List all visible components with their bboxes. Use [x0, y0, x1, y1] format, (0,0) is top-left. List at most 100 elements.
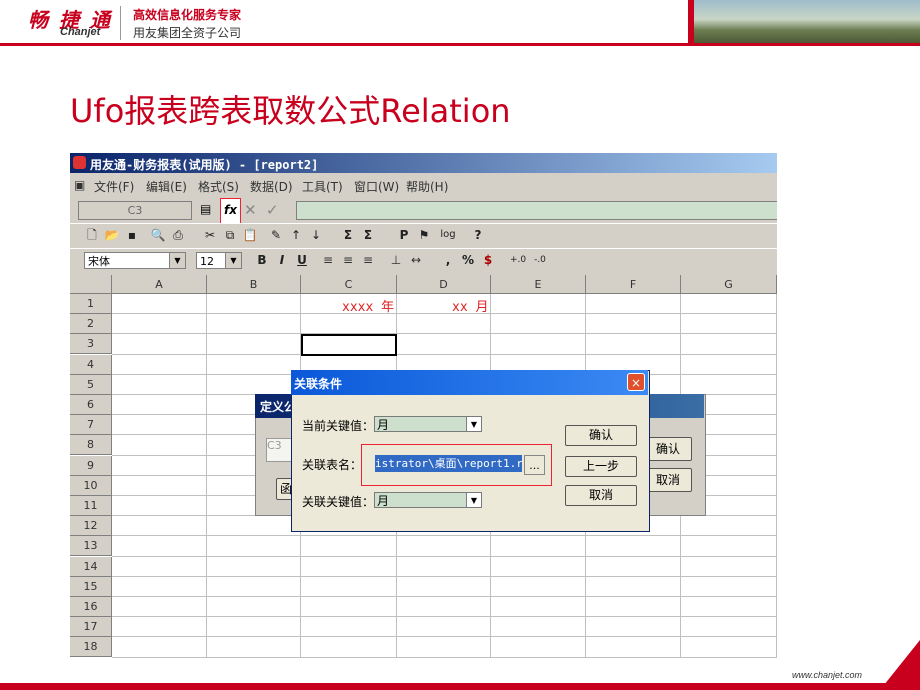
save-icon[interactable]: ▪: [124, 227, 140, 243]
menu-data[interactable]: 数据(D): [250, 178, 293, 195]
row-header-13[interactable]: 13: [70, 536, 112, 557]
bold-icon[interactable]: B: [254, 252, 270, 268]
log-icon[interactable]: log: [440, 227, 456, 243]
relation-confirm-button[interactable]: 确认: [565, 425, 637, 446]
menu-tools[interactable]: 工具(T): [302, 178, 343, 195]
cancel-formula-icon[interactable]: ✕: [244, 201, 257, 219]
align-right-icon[interactable]: ≡: [360, 252, 376, 268]
menu-window[interactable]: 窗口(W): [354, 178, 399, 195]
row-header-15[interactable]: 15: [70, 576, 112, 597]
sum-down-icon[interactable]: Σ: [360, 227, 376, 243]
row-header-8[interactable]: 8: [70, 435, 112, 456]
row-header-14[interactable]: 14: [70, 556, 112, 577]
accept-formula-icon[interactable]: ✓: [266, 201, 279, 219]
row-header-17[interactable]: 17: [70, 617, 112, 638]
relation-prev-button[interactable]: 上一步: [565, 456, 637, 477]
menu-help[interactable]: 帮助(H): [406, 178, 448, 195]
row-header-2[interactable]: 2: [70, 314, 112, 335]
column-header-b[interactable]: B: [207, 275, 301, 294]
italic-icon[interactable]: I: [274, 252, 290, 268]
app-titlebar: 用友通-财务报表(试用版) - [report2]: [70, 153, 777, 173]
paste-icon[interactable]: 📋: [242, 227, 258, 243]
copy-icon[interactable]: ⧉: [222, 227, 238, 243]
format-painter-icon[interactable]: ✎: [268, 227, 284, 243]
new-file-icon[interactable]: 🗋: [84, 227, 100, 243]
column-header-g[interactable]: G: [681, 275, 777, 294]
decrease-decimal-icon[interactable]: -.0: [532, 252, 548, 268]
row-header-10[interactable]: 10: [70, 475, 112, 496]
row-header-11[interactable]: 11: [70, 496, 112, 516]
sort-asc-icon[interactable]: ↑: [288, 227, 304, 243]
font-name-select[interactable]: 宋体 ▼: [84, 252, 186, 269]
row-header-4[interactable]: 4: [70, 354, 112, 375]
assoc-key-select[interactable]: 月 ▼: [374, 492, 482, 508]
define-formula-confirm-button[interactable]: 确认: [644, 437, 692, 461]
font-size-select[interactable]: 12 ▼: [196, 252, 242, 269]
row-header-12[interactable]: 12: [70, 516, 112, 537]
print-icon[interactable]: ⎙: [170, 227, 186, 243]
comma-style-icon[interactable]: ,: [440, 252, 456, 268]
p-icon[interactable]: P: [396, 227, 412, 243]
formula-input[interactable]: [296, 201, 777, 220]
slide-title: Ufo报表跨表取数公式Relation: [70, 92, 511, 130]
define-formula-cancel-button[interactable]: 取消: [644, 468, 692, 492]
fx-button[interactable]: fx: [220, 198, 241, 224]
open-folder-icon[interactable]: 📂: [104, 227, 120, 243]
menu-edit[interactable]: 编辑(E): [146, 178, 187, 195]
header-tagline: 高效信息化服务专家: [133, 8, 242, 22]
row-header-16[interactable]: 16: [70, 597, 112, 617]
sort-desc-icon[interactable]: ↓: [308, 227, 324, 243]
vertical-align-icon[interactable]: ⊥: [388, 252, 404, 268]
close-icon[interactable]: ×: [627, 373, 645, 391]
selected-cell-c3[interactable]: [301, 334, 397, 356]
grid-row-line: [112, 616, 777, 618]
align-center-icon[interactable]: ≡: [340, 252, 356, 268]
menu-file[interactable]: 文件(F): [94, 178, 134, 195]
chevron-down-icon: ▼: [466, 417, 481, 431]
menu-format[interactable]: 格式(S): [198, 178, 239, 195]
cut-icon[interactable]: ✂: [202, 227, 218, 243]
row-header-7[interactable]: 7: [70, 415, 112, 436]
cell-d1[interactable]: xx 月: [452, 296, 488, 315]
help-pointer-icon[interactable]: ?: [470, 227, 486, 243]
header-rule: [0, 43, 920, 46]
standard-toolbar: 🗋 📂 ▪ 🔍 ⎙ ✂ ⧉ 📋 ✎ ↑ ↓ Σ Σ P ⚑ log ?: [70, 223, 777, 248]
grid-row-line: [112, 596, 777, 597]
flag-icon[interactable]: ⚑: [416, 227, 432, 243]
row-header-3[interactable]: 3: [70, 334, 112, 355]
table-name-input[interactable]: istrator\桌面\report1.rep: [375, 455, 522, 472]
increase-decimal-icon[interactable]: +.0: [510, 252, 526, 268]
font-size-value: 12: [200, 255, 214, 268]
cell-reference-box[interactable]: C3: [78, 201, 192, 220]
column-header-a[interactable]: A: [112, 275, 207, 294]
grid-corner[interactable]: [70, 275, 112, 294]
chevron-down-icon: ▼: [169, 253, 185, 268]
currency-icon[interactable]: $: [480, 252, 496, 268]
font-name-value: 宋体: [88, 255, 110, 268]
chanjet-logo-english: Chanjet: [60, 26, 101, 38]
calculator-icon[interactable]: ▤: [200, 202, 211, 216]
grid-row-line: [112, 333, 777, 335]
column-header-e[interactable]: E: [491, 275, 586, 294]
column-header-d[interactable]: D: [397, 275, 491, 294]
browse-button[interactable]: ...: [524, 455, 545, 475]
row-header-6[interactable]: 6: [70, 395, 112, 415]
relation-cancel-button[interactable]: 取消: [565, 485, 637, 506]
cell-c1[interactable]: xxxx 年: [342, 296, 394, 315]
app-icon: [73, 156, 86, 169]
column-header-c[interactable]: C: [301, 275, 397, 294]
align-left-icon[interactable]: ≡: [320, 252, 336, 268]
column-header-f[interactable]: F: [586, 275, 681, 294]
footer-rule: [0, 683, 920, 690]
row-header-5[interactable]: 5: [70, 374, 112, 395]
row-header-18[interactable]: 18: [70, 637, 112, 658]
print-preview-icon[interactable]: 🔍: [150, 227, 166, 243]
underline-icon[interactable]: U: [294, 252, 310, 268]
formula-field[interactable]: C3: [266, 438, 294, 462]
row-header-9[interactable]: 9: [70, 455, 112, 476]
horizontal-fit-icon[interactable]: ↔: [408, 252, 424, 268]
row-header-1[interactable]: 1: [70, 294, 112, 314]
sum-icon[interactable]: Σ: [340, 227, 356, 243]
percent-icon[interactable]: %: [460, 252, 476, 268]
current-key-select[interactable]: 月 ▼: [374, 416, 482, 432]
